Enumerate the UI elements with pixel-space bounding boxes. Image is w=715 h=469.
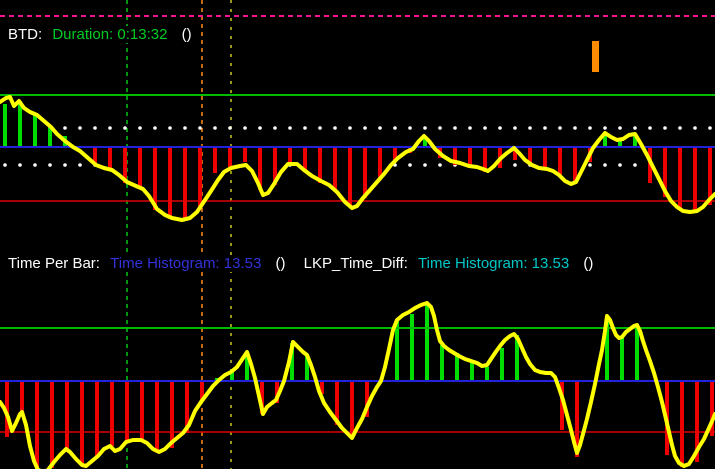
level-dot: [393, 126, 397, 130]
level-dot: [663, 126, 667, 130]
level-dot: [63, 163, 67, 167]
level-dot: [633, 126, 637, 130]
level-dot: [603, 163, 607, 167]
level-dot: [648, 126, 652, 130]
level-dot: [333, 126, 337, 130]
level-dot: [78, 163, 82, 167]
level-dot: [318, 126, 322, 130]
level-dot: [273, 126, 277, 130]
btd-indicator-label: BTD: Duration: 0:13:32 (): [5, 26, 195, 43]
level-dot: [48, 163, 52, 167]
level-dot: [693, 126, 697, 130]
level-dot: [633, 163, 637, 167]
level-dot: [33, 163, 37, 167]
level-dot: [228, 126, 232, 130]
level-dot: [348, 126, 352, 130]
level-dot: [138, 126, 142, 130]
level-dot: [78, 126, 82, 130]
level-dot: [558, 126, 562, 130]
level-dot: [678, 126, 682, 130]
level-dot: [423, 126, 427, 130]
level-dot: [513, 163, 517, 167]
level-dot: [213, 126, 217, 130]
indicator-value: Time Histogram: 13.53: [418, 255, 570, 272]
indicator-value: Time Histogram: 13.53: [110, 255, 262, 272]
level-dot: [513, 126, 517, 130]
indicator-window: BTD: Duration: 0:13:32 () Time Per Bar: …: [0, 0, 715, 469]
level-dot: [3, 163, 7, 167]
level-dot: [438, 126, 442, 130]
level-dot: [153, 126, 157, 130]
level-dot: [483, 126, 487, 130]
level-dot: [18, 163, 22, 167]
level-dot: [363, 126, 367, 130]
level-dot: [528, 126, 532, 130]
level-dot: [198, 126, 202, 130]
orange-marker: [592, 41, 599, 72]
indicator-name: LKP_Time_Diff:: [303, 255, 408, 272]
level-dot: [603, 126, 607, 130]
level-dot: [468, 126, 472, 130]
indicator-value: Duration: 0:13:32: [52, 26, 168, 43]
level-dot: [93, 126, 97, 130]
level-dot: [408, 126, 412, 130]
level-dot: [243, 126, 247, 130]
chart-canvas[interactable]: [0, 0, 715, 469]
indicator-suffix: (): [275, 255, 286, 272]
level-dot: [408, 163, 412, 167]
level-dot: [543, 126, 547, 130]
level-dot: [588, 163, 592, 167]
indicator-suffix: (): [181, 26, 192, 43]
level-dot: [258, 126, 262, 130]
level-dot: [423, 163, 427, 167]
indicator-name: Time Per Bar:: [8, 255, 100, 272]
level-dot: [588, 126, 592, 130]
level-dot: [63, 126, 67, 130]
level-dot: [183, 126, 187, 130]
level-dot: [438, 163, 442, 167]
level-dot: [618, 126, 622, 130]
level-dot: [573, 126, 577, 130]
level-dot: [498, 126, 502, 130]
level-dot: [453, 126, 457, 130]
level-dot: [618, 163, 622, 167]
level-dot: [168, 126, 172, 130]
level-dot: [108, 126, 112, 130]
indicator-name: BTD:: [8, 26, 43, 43]
level-dot: [288, 126, 292, 130]
level-dot: [303, 126, 307, 130]
indicator-suffix: (): [583, 255, 594, 272]
level-dot: [708, 126, 712, 130]
level-dot: [378, 126, 382, 130]
time-histogram-labels: Time Per Bar: Time Histogram: 13.53 () L…: [5, 255, 597, 272]
level-dot: [123, 126, 127, 130]
